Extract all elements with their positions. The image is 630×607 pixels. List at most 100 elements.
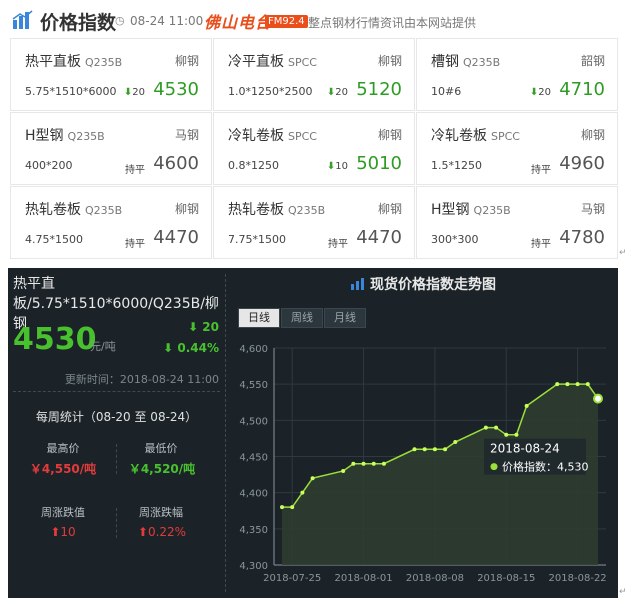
detail-panel: 热平直板/5.75*1510*6000/Q235B/柳钢 4530 元/吨 ⬇ … bbox=[8, 268, 225, 598]
weekly-percent-label: 周涨跌幅 bbox=[139, 506, 183, 519]
data-point bbox=[280, 505, 284, 510]
data-point bbox=[361, 461, 366, 466]
data-point bbox=[341, 468, 346, 473]
product-change-wrap: ⬇20 bbox=[530, 87, 551, 98]
panel-header: 价格指数 ◷ 08-24 11:00 佛山电台 FM92.4 整点钢材行情资讯由… bbox=[8, 6, 618, 40]
data-point bbox=[443, 447, 448, 452]
brand-logo: 佛山电台 bbox=[204, 13, 273, 32]
tab-daily[interactable]: 日线 bbox=[238, 308, 280, 328]
product-card[interactable]: H型钢 Q235B 马钢 400*200 持平 4600 bbox=[10, 112, 212, 185]
data-point bbox=[514, 432, 519, 437]
high-price-value: ￥4,550/吨 bbox=[29, 462, 97, 476]
product-change-wrap: 持平 bbox=[328, 235, 348, 250]
product-card[interactable]: 冷平直板 SPCC 柳钢 1.0*1250*2500 ⬇20 5120 bbox=[213, 38, 415, 111]
data-point bbox=[504, 432, 509, 437]
chart-icon bbox=[351, 278, 364, 290]
product-grade: Q235B bbox=[85, 56, 123, 69]
product-name-text: 冷轧卷板 bbox=[228, 128, 284, 144]
product-mill: 柳钢 bbox=[377, 128, 402, 142]
clock-icon: ◷ bbox=[115, 14, 125, 27]
data-point bbox=[555, 382, 560, 387]
product-spec: 7.75*1500 bbox=[228, 233, 286, 246]
product-price: 5120 bbox=[356, 79, 402, 100]
low-price-label: 最低价 bbox=[144, 442, 178, 455]
tab-monthly[interactable]: 月线 bbox=[324, 308, 366, 328]
y-tick-label: 4,400 bbox=[239, 489, 268, 500]
product-name: 冷平直板 SPCC bbox=[228, 51, 317, 71]
product-name: H型钢 Q235B bbox=[431, 199, 511, 219]
product-grade: Q235B bbox=[473, 204, 511, 217]
data-point bbox=[412, 447, 417, 452]
product-card[interactable]: H型钢 Q235B 马钢 300*300 持平 4780 bbox=[416, 186, 618, 259]
data-point bbox=[371, 461, 376, 466]
x-tick-label: 2018-08-01 bbox=[334, 573, 392, 584]
product-mill: 柳钢 bbox=[377, 54, 402, 68]
weekly-percent-value: ⬆0.22% bbox=[137, 525, 187, 539]
product-mill: 韶钢 bbox=[580, 54, 605, 68]
product-change: 10 bbox=[335, 161, 348, 172]
product-grade: Q235B bbox=[288, 204, 326, 217]
product-grid: 热平直板 Q235B 柳钢 5.75*1510*6000 ⬇20 4530 冷平直板 SPCC… bbox=[10, 38, 619, 260]
product-name-text: 冷平直板 bbox=[228, 54, 284, 70]
data-point bbox=[290, 505, 295, 510]
weekly-change-value: ⬆10 bbox=[50, 525, 76, 539]
product-card[interactable]: 槽钢 Q235B 韶钢 10#6 ⬇20 4710 bbox=[416, 38, 618, 111]
arrow-down-icon: ⬇ bbox=[326, 161, 336, 172]
y-tick-label: 4,600 bbox=[239, 344, 268, 355]
source-note: 整点钢材行情资讯由本网站提供 bbox=[308, 16, 477, 30]
product-mill: 马钢 bbox=[580, 202, 605, 216]
weekly-change-label: 周涨跌值 bbox=[41, 506, 85, 519]
product-change-wrap: ⬇20 bbox=[327, 87, 348, 98]
product-grade: Q235B bbox=[463, 56, 501, 69]
product-card[interactable]: 冷轧卷板 SPCC 柳钢 1.5*1250 持平 4960 bbox=[416, 112, 618, 185]
product-price: 4470 bbox=[356, 227, 402, 248]
tooltip: 2018-08-24 价格指数：4,530 bbox=[484, 438, 589, 475]
high-price-label: 最高价 bbox=[46, 442, 80, 455]
product-spec: 4.75*1500 bbox=[25, 233, 83, 246]
product-change-wrap: 持平 bbox=[531, 161, 551, 176]
price-change-percent: ⬇ 0.44% bbox=[163, 341, 219, 355]
product-change: 持平 bbox=[531, 239, 551, 250]
bar-chart-icon bbox=[12, 10, 33, 29]
product-change-wrap: ⬇10 bbox=[327, 161, 348, 172]
product-card[interactable]: 热轧卷板 Q235B 柳钢 4.75*1500 持平 4470 bbox=[10, 186, 212, 259]
product-card[interactable]: 热平直板 Q235B 柳钢 5.75*1510*6000 ⬇20 4530 bbox=[10, 38, 212, 111]
price-index-panel: 价格指数 ◷ 08-24 11:00 佛山电台 FM92.4 整点钢材行情资讯由… bbox=[0, 0, 622, 262]
product-spec: 5.75*1510*6000 bbox=[25, 85, 117, 98]
product-change: 持平 bbox=[125, 239, 145, 250]
product-price: 4780 bbox=[559, 227, 605, 248]
price-change-value: ⬇ 20 bbox=[188, 320, 219, 334]
y-tick-label: 4,450 bbox=[239, 453, 268, 464]
x-tick-label: 2018-08-22 bbox=[549, 573, 607, 584]
data-point bbox=[565, 382, 570, 387]
arrow-down-icon: ⬇ bbox=[123, 87, 133, 98]
return-mark: ↵ bbox=[619, 587, 627, 597]
product-spec: 400*200 bbox=[25, 159, 73, 172]
product-change-wrap: 持平 bbox=[125, 161, 145, 176]
product-name-text: 槽钢 bbox=[431, 54, 459, 70]
product-change-wrap: 持平 bbox=[125, 235, 145, 250]
update-datetime: 08-24 11:00 bbox=[130, 14, 204, 28]
data-point bbox=[351, 461, 356, 466]
data-point bbox=[494, 425, 499, 430]
price-trend-chart[interactable]: 4,300 4,350 4,400 4,450 4,500 4,550 4,600 2018-… bbox=[230, 328, 616, 592]
product-change: 20 bbox=[335, 87, 348, 98]
product-card[interactable]: 冷轧卷板 SPCC 柳钢 0.8*1250 ⬇10 5010 bbox=[213, 112, 415, 185]
product-card[interactable]: 热轧卷板 Q235B 柳钢 7.75*1500 持平 4470 bbox=[213, 186, 415, 259]
data-point bbox=[483, 425, 488, 430]
tooltip-date: 2018-08-24 bbox=[490, 442, 560, 456]
product-change: 20 bbox=[538, 87, 551, 98]
data-point bbox=[432, 447, 437, 452]
data-point bbox=[524, 403, 529, 408]
data-point bbox=[585, 382, 590, 387]
product-spec: 10#6 bbox=[431, 85, 462, 98]
y-tick-label: 4,300 bbox=[239, 561, 268, 572]
arrow-down-icon: ⬇ bbox=[326, 87, 336, 98]
product-change-wrap: ⬇20 bbox=[124, 87, 145, 98]
product-grade: Q235B bbox=[85, 204, 123, 217]
arrow-down-icon: ⬇ bbox=[529, 87, 539, 98]
tab-weekly[interactable]: 周线 bbox=[281, 308, 323, 328]
x-tick-label: 2018-07-25 bbox=[263, 573, 321, 584]
tooltip-series-dot bbox=[490, 463, 498, 471]
product-price: 4710 bbox=[559, 79, 605, 100]
